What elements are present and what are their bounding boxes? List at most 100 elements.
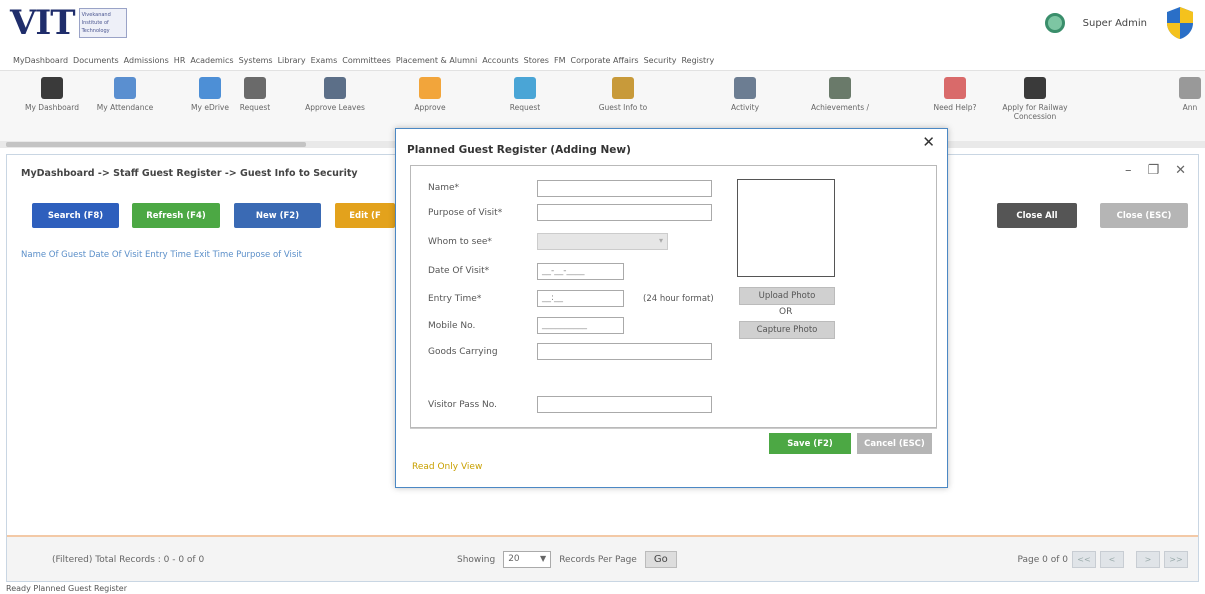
- guest-icon: [612, 77, 634, 99]
- toolbar-item-request[interactable]: Request: [495, 77, 555, 112]
- close-icon[interactable]: ✕: [922, 133, 935, 151]
- name-input[interactable]: [537, 180, 712, 197]
- pager-bar: (Filtered) Total Records : 0 - 0 of 0 Sh…: [7, 535, 1198, 581]
- menu-item-mydashboard[interactable]: MyDashboard: [13, 56, 68, 65]
- close-button[interactable]: Close (ESC): [1100, 203, 1188, 228]
- announce-icon: [1179, 77, 1201, 99]
- home-icon: [41, 77, 63, 99]
- medal-icon: [829, 77, 851, 99]
- toolbar-item-label: My Dashboard: [25, 103, 79, 112]
- last-page-button[interactable]: >>: [1164, 551, 1188, 568]
- menu-item-stores[interactable]: Stores: [524, 56, 549, 65]
- menu-item-security[interactable]: Security: [644, 56, 677, 65]
- toolbar-item-label: Activity: [730, 103, 760, 112]
- user-area: Super Admin: [1044, 6, 1195, 40]
- vit-logo: VIT Vivekanand Institute of Technology: [10, 6, 127, 40]
- minimize-icon[interactable]: –: [1125, 163, 1132, 178]
- request-icon: [514, 77, 536, 99]
- close-icon[interactable]: ✕: [1175, 163, 1186, 178]
- toolbar-item-checkbox[interactable]: Approve Leaves: [305, 77, 365, 112]
- menu-item-exams[interactable]: Exams: [311, 56, 338, 65]
- new-button[interactable]: New (F2): [234, 203, 321, 228]
- close-all-button[interactable]: Close All: [997, 203, 1077, 228]
- toolbar-item-phone[interactable]: Request: [225, 77, 285, 112]
- page-size-control: Showing 20 ▼ Records Per Page Go: [457, 551, 677, 568]
- menu-item-admissions[interactable]: Admissions: [124, 56, 169, 65]
- cancel-button[interactable]: Cancel (ESC): [857, 433, 932, 454]
- toolbar-item-label: Ann: [1182, 103, 1198, 112]
- restore-icon[interactable]: ❐: [1147, 163, 1159, 178]
- save-button[interactable]: Save (F2): [769, 433, 851, 454]
- photo-preview: [737, 179, 835, 277]
- entry-time-input[interactable]: __:__: [537, 290, 624, 307]
- menu-item-accounts[interactable]: Accounts: [482, 56, 518, 65]
- menu-item-academics[interactable]: Academics: [190, 56, 233, 65]
- showing-label: Showing: [457, 554, 496, 565]
- menu-item-corporate-affairs[interactable]: Corporate Affairs: [570, 56, 638, 65]
- purpose-label: Purpose of Visit*: [428, 208, 503, 218]
- purpose-input[interactable]: [537, 204, 712, 221]
- menu-item-hr[interactable]: HR: [174, 56, 186, 65]
- search-button[interactable]: Search (F8): [32, 203, 119, 228]
- entry-time-label: Entry Time*: [428, 294, 482, 304]
- toolbar-item-label: Approve: [414, 103, 446, 112]
- goods-input[interactable]: [537, 343, 712, 360]
- menu-item-registry[interactable]: Registry: [681, 56, 714, 65]
- toolbar-item-label: Request: [239, 103, 271, 112]
- divider: [410, 428, 937, 429]
- toolbar-item-guest[interactable]: Guest Info to: [593, 77, 653, 112]
- help-icon: [944, 77, 966, 99]
- edit-button[interactable]: Edit (F: [335, 203, 395, 228]
- whom-to-see-select[interactable]: ▾: [537, 233, 668, 250]
- page-size-select[interactable]: 20 ▼: [503, 551, 552, 568]
- toolbar-item-approve[interactable]: Approve: [400, 77, 460, 112]
- toolbar-item-activity[interactable]: Activity: [715, 77, 775, 112]
- toolbar-item-train[interactable]: Apply for Railway Concession: [995, 77, 1075, 121]
- prev-page-button[interactable]: <: [1100, 551, 1124, 568]
- menu-item-placement-alumni[interactable]: Placement & Alumni: [396, 56, 477, 65]
- user-avatar-icon[interactable]: [1044, 13, 1065, 33]
- first-page-button[interactable]: <<: [1072, 551, 1096, 568]
- next-page-button[interactable]: >: [1136, 551, 1160, 568]
- toolbar-item-calendar[interactable]: My Attendance: [95, 77, 155, 112]
- or-label: OR: [779, 307, 793, 317]
- visitor-pass-input[interactable]: [537, 396, 712, 413]
- mobile-input[interactable]: __________: [537, 317, 624, 334]
- records-count: (Filtered) Total Records : 0 - 0 of 0: [52, 555, 205, 565]
- breadcrumb: MyDashboard -> Staff Guest Register -> G…: [21, 168, 358, 179]
- entry-time-hint: (24 hour format): [643, 294, 714, 304]
- whom-to-see-label: Whom to see*: [428, 237, 492, 247]
- refresh-button[interactable]: Refresh (F4): [132, 203, 220, 228]
- goods-label: Goods Carrying: [428, 347, 498, 357]
- toolbar-item-help[interactable]: Need Help?: [925, 77, 985, 112]
- chevron-down-icon: ▾: [658, 236, 663, 245]
- page-info: Page 0 of 0: [1017, 554, 1069, 565]
- menu-item-fm[interactable]: FM: [554, 56, 566, 65]
- user-name[interactable]: Super Admin: [1083, 18, 1147, 29]
- go-button[interactable]: Go: [644, 551, 677, 568]
- capture-photo-button[interactable]: Capture Photo: [739, 321, 835, 339]
- toolbar-item-medal[interactable]: Achievements /: [810, 77, 870, 112]
- logo-subtitle: Vivekanand Institute of Technology: [78, 8, 127, 38]
- date-input[interactable]: __-__-____: [537, 263, 624, 280]
- toolbar-item-announce[interactable]: Ann: [1160, 77, 1205, 112]
- menu-item-committees[interactable]: Committees: [342, 56, 391, 65]
- checkbox-icon: [324, 77, 346, 99]
- toolbar-item-home[interactable]: My Dashboard: [22, 77, 82, 112]
- upload-photo-button[interactable]: Upload Photo: [739, 287, 835, 305]
- shield-icon: [1167, 7, 1193, 39]
- toolbar-item-label: Guest Info to: [598, 103, 648, 112]
- menu-item-library[interactable]: Library: [278, 56, 306, 65]
- read-only-view-link[interactable]: Read Only View: [412, 462, 482, 472]
- menu-item-documents[interactable]: Documents: [73, 56, 119, 65]
- chevron-down-icon: ▼: [540, 554, 547, 563]
- mobile-label: Mobile No.: [428, 321, 476, 331]
- approve-icon: [419, 77, 441, 99]
- logo-text: VIT: [10, 3, 76, 43]
- menu-item-systems[interactable]: Systems: [239, 56, 273, 65]
- toolbar-item-label: Achievements /: [810, 103, 870, 112]
- scrollbar-thumb[interactable]: [6, 142, 306, 147]
- visitor-pass-label: Visitor Pass No.: [428, 400, 497, 410]
- cloud-icon: [199, 77, 221, 99]
- records-per-page-label: Records Per Page: [559, 554, 637, 565]
